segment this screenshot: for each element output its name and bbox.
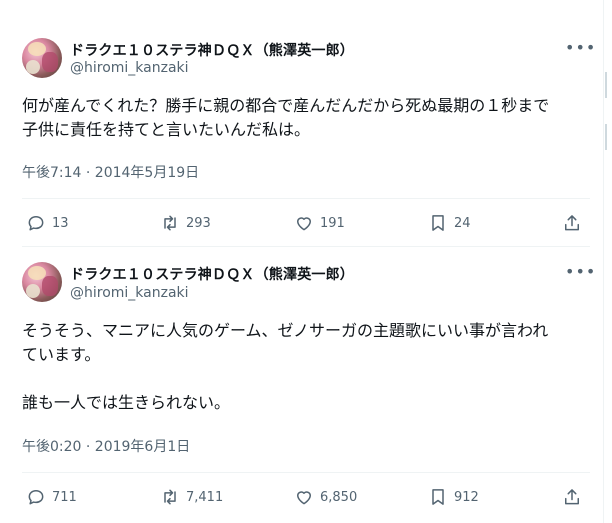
divider: [22, 198, 590, 199]
avatar[interactable]: [22, 262, 62, 302]
reply-icon: [28, 490, 44, 505]
reply-count: 711: [52, 489, 77, 505]
timestamp[interactable]: 午後7:14 · 2014年5月19日: [22, 162, 199, 182]
timestamp[interactable]: 午後0:20 · 2019年6月1日: [22, 436, 190, 456]
retweet-count: 293: [186, 215, 211, 231]
tweet[interactable]: ドラクエ１０ステラ神ＤＱＸ（熊澤英一郎） @hiromi_kanzaki •••…: [0, 250, 604, 523]
share-button[interactable]: [562, 486, 582, 508]
display-name[interactable]: ドラクエ１０ステラ神ＤＱＸ（熊澤英一郎）: [70, 40, 354, 60]
like-count: 191: [320, 215, 345, 231]
share-icon: [565, 489, 579, 505]
retweet-button[interactable]: 293: [160, 212, 211, 234]
display-name[interactable]: ドラクエ１０ステラ神ＤＱＸ（熊澤英一郎）: [70, 264, 354, 284]
share-icon: [565, 215, 579, 231]
more-icon[interactable]: •••: [565, 40, 595, 62]
bookmark-count: 912: [454, 489, 479, 505]
reply-button[interactable]: 13: [26, 212, 69, 234]
like-icon: [297, 491, 311, 505]
like-button[interactable]: 191: [294, 212, 345, 234]
bookmark-icon: [432, 215, 444, 231]
tweet-divider: [22, 246, 590, 247]
tweet-text: 何が産んでくれた？勝手に親の都合で産んだんだから死ぬ最期の１秒まで 子供に責任を…: [22, 96, 550, 139]
reply-icon: [28, 216, 44, 231]
like-button[interactable]: 6,850: [294, 486, 357, 508]
like-icon: [297, 217, 311, 231]
bookmark-button[interactable]: 912: [428, 486, 479, 508]
divider: [22, 472, 590, 473]
reply-count: 13: [52, 215, 69, 231]
bookmark-icon: [432, 489, 444, 505]
tweet[interactable]: ドラクエ１０ステラ神ＤＱＸ（熊澤英一郎） @hiromi_kanzaki •••…: [0, 0, 604, 250]
tweet-text: そうそう、マニアに人気のゲーム、ゼノサーガの主題歌にいい事が言われ ています。 …: [22, 321, 549, 412]
reply-button[interactable]: 711: [26, 486, 77, 508]
retweet-icon: [164, 215, 176, 231]
retweet-icon: [164, 489, 176, 505]
more-icon[interactable]: •••: [565, 264, 595, 286]
share-button[interactable]: [562, 212, 582, 234]
handle[interactable]: @hiromi_kanzaki: [70, 285, 189, 301]
bookmark-button[interactable]: 24: [428, 212, 471, 234]
like-count: 6,850: [320, 489, 358, 505]
tweet-feed: ドラクエ１０ステラ神ＤＱＸ（熊澤英一郎） @hiromi_kanzaki •••…: [0, 0, 604, 523]
avatar[interactable]: [22, 38, 62, 78]
scrollbar-thumb-lower[interactable]: [605, 124, 607, 150]
handle[interactable]: @hiromi_kanzaki: [70, 60, 189, 76]
bookmark-count: 24: [454, 215, 471, 231]
retweet-count: 7,411: [186, 489, 224, 505]
retweet-button[interactable]: 7,411: [160, 486, 223, 508]
scrollbar-thumb[interactable]: [605, 72, 607, 98]
